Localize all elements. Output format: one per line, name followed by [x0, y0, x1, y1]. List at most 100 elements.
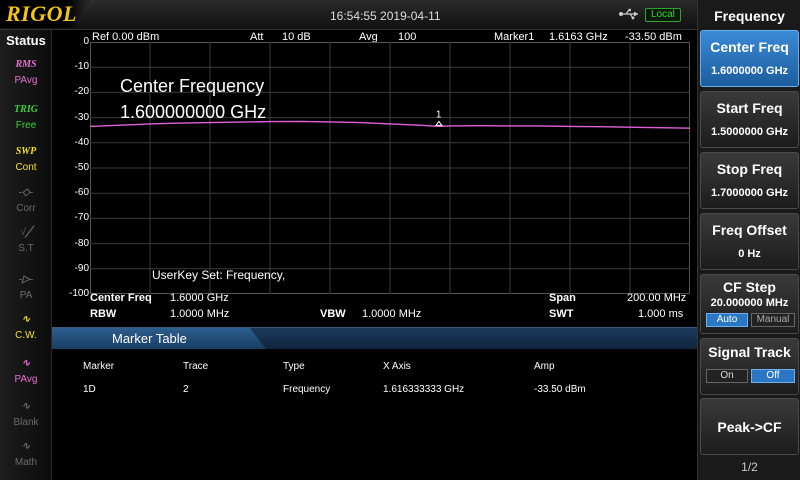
status-label: C.W.	[15, 330, 37, 341]
trace-point	[659, 127, 661, 129]
y-tick-label: -60	[74, 187, 89, 199]
status-item-pavg: ∿ PAvg	[6, 354, 46, 394]
status-icon: √╱	[20, 227, 32, 238]
stop-freq-key-label: Stop Freq	[716, 161, 783, 177]
status-title: Status	[6, 33, 46, 48]
stop-freq-key-value: 1.7000000 GHz	[710, 187, 789, 199]
trace-point	[509, 125, 511, 127]
status-icon: SWP	[15, 146, 37, 157]
cell-type: Frequency	[283, 384, 331, 395]
overlay-value: 1.600000000 GHz	[120, 102, 267, 122]
trace-point	[299, 120, 301, 122]
center-freq-key-label: Center Freq	[710, 39, 789, 55]
span-value: 200.00 MHz	[627, 292, 687, 304]
status-item-free: TRIG Free	[6, 100, 46, 140]
status-label: Corr	[16, 203, 36, 214]
cell-amp: -33.50 dBm	[534, 384, 586, 395]
marker-table: Marker Trace Type X Axis Amp 1D 2 Freque…	[52, 349, 697, 480]
col-header-amp: Amp	[534, 361, 555, 372]
rbw-label: RBW	[90, 308, 117, 320]
signal-track-off-option[interactable]: Off	[751, 369, 795, 383]
vbw-value: 1.0000 MHz	[362, 308, 422, 320]
trace-point	[419, 124, 421, 126]
softkey-panel: Frequency Center Freq 1.6000000 GHz Star…	[697, 0, 800, 480]
trace-point	[629, 126, 631, 128]
freq-offset-key-value: 0 Hz	[738, 248, 761, 260]
center-freq-key[interactable]: Center Freq 1.6000000 GHz	[700, 30, 799, 87]
trace-point	[599, 126, 601, 128]
trace-point	[539, 125, 541, 127]
status-label: S.T	[18, 243, 34, 254]
peak-to-cf-key[interactable]: Peak->CF	[700, 398, 799, 455]
status-item-cont: SWP Cont	[6, 142, 46, 182]
marker-table-title: Marker Table	[112, 331, 187, 346]
trace-point	[479, 125, 481, 127]
status-label: Blank	[13, 417, 39, 428]
status-icon: TRIG	[14, 104, 38, 115]
peak-to-cf-key-label: Peak->CF	[717, 419, 782, 435]
cf-step-key-label: CF Step	[723, 279, 776, 295]
swt-label: SWT	[549, 308, 574, 320]
cf-step-manual-option[interactable]: Manual	[751, 313, 795, 327]
start-freq-key-label: Start Freq	[716, 100, 783, 116]
status-label: PA	[19, 290, 33, 301]
status-icon: ∿	[21, 314, 31, 325]
status-icon: ∿	[21, 441, 31, 452]
status-icon: RMS	[15, 59, 37, 70]
spectrum-plot: Ref 0.00 dBm Att 10 dB Avg 100 Marker1 1…	[52, 30, 697, 325]
trace-point	[449, 125, 451, 127]
trace-point	[269, 121, 271, 123]
cf-step-key[interactable]: CF Step 20.000000 MHz Auto Manual	[700, 274, 799, 334]
y-tick-label: -50	[74, 162, 89, 173]
trace-point	[389, 123, 391, 125]
status-item-c-w: ∿ C.W.	[6, 310, 46, 350]
start-freq-key[interactable]: Start Freq 1.5000000 GHz	[700, 91, 799, 148]
signal-track-on-option[interactable]: On	[706, 369, 748, 383]
status-item-pa: -▷- PA	[6, 270, 46, 310]
col-header-marker: Marker	[83, 361, 115, 372]
trace-point	[329, 121, 331, 123]
local-badge[interactable]: Local	[645, 8, 681, 22]
overlay-title: Center Frequency	[120, 76, 265, 96]
center-freq-label: Center Freq	[90, 292, 152, 304]
cell-trace: 2	[183, 384, 189, 395]
status-icon: -▷-	[18, 274, 34, 285]
center-freq-key-value: 1.6000000 GHz	[710, 65, 789, 77]
trace-point	[438, 125, 440, 127]
freq-offset-key[interactable]: Freq Offset 0 Hz	[700, 213, 799, 270]
status-icon: ∿	[21, 401, 31, 412]
status-label: Math	[14, 457, 38, 468]
trace-point	[359, 122, 361, 124]
y-tick-label: 0	[83, 36, 89, 47]
frequency-info: Center Freq 1.6000 GHz Span 200.00 MHz R…	[52, 292, 697, 326]
panel-title: Frequency	[714, 8, 785, 24]
usb-icon	[619, 8, 638, 20]
center-freq-value: 1.6000 GHz	[170, 292, 229, 304]
col-header-trace: Trace	[183, 361, 209, 372]
status-label: Free	[15, 120, 37, 131]
marker-tag: 1	[436, 109, 442, 120]
rbw-value: 1.0000 MHz	[170, 308, 230, 320]
status-item-math: ∿ Math	[6, 437, 46, 477]
cell-x-axis: 1.616333333 GHz	[383, 384, 465, 395]
clock: 16:54:55 2019-04-11	[330, 9, 441, 23]
y-tick-label: -20	[74, 86, 89, 98]
signal-track-key[interactable]: Signal Track On Off	[700, 338, 799, 395]
status-item-blank: ∿ Blank	[6, 397, 46, 437]
col-header-x-axis: X Axis	[383, 361, 411, 372]
swt-value: 1.000 ms	[638, 308, 684, 320]
cf-step-auto-option[interactable]: Auto	[706, 313, 748, 327]
top-bar: RIGOL 16:54:55 2019-04-11 Local	[0, 0, 697, 30]
trace-point	[569, 125, 571, 127]
vbw-label: VBW	[320, 308, 346, 320]
cf-step-key-value: 20.000000 MHz	[710, 297, 789, 309]
start-freq-key-value: 1.5000000 GHz	[710, 126, 789, 138]
y-tick-label: -80	[74, 237, 89, 249]
status-item-s-t: √╱ S.T	[6, 223, 46, 263]
status-label: PAvg	[14, 374, 38, 385]
y-tick-label: -90	[74, 262, 89, 274]
y-tick-label: -40	[74, 136, 89, 148]
page-indicator: 1/2	[741, 460, 758, 474]
y-tick-label: -10	[74, 61, 89, 73]
stop-freq-key[interactable]: Stop Freq 1.7000000 GHz	[700, 152, 799, 209]
